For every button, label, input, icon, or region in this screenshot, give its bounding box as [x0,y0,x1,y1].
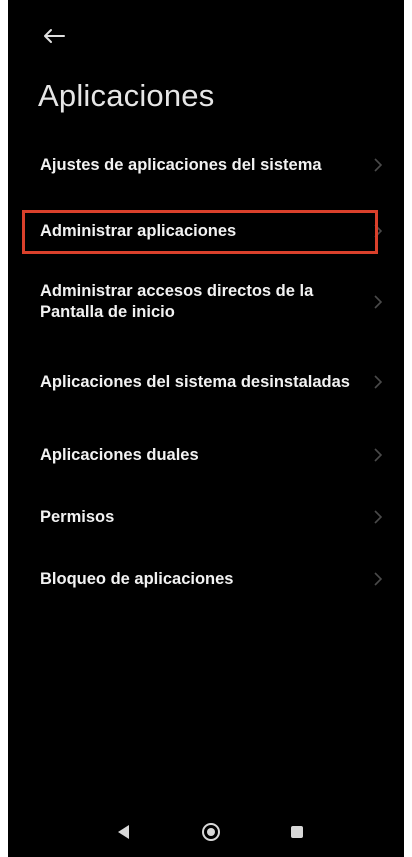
back-button[interactable] [38,22,70,50]
menu-item-home-shortcuts[interactable]: Administrar accesos directos de la Panta… [8,280,404,324]
menu-item-system-app-settings[interactable]: Ajustes de aplicaciones del sistema [8,150,404,180]
chevron-right-icon [372,572,384,586]
chevron-right-icon [372,375,384,389]
menu-item-label: Aplicaciones del sistema desinstaladas [40,372,350,391]
chevron-right-icon [372,448,384,462]
chevron-right-icon [372,158,384,172]
recents-square-icon [291,826,303,838]
chevron-right-icon [372,295,384,309]
menu-item-label: Ajustes de aplicaciones del sistema [40,155,322,174]
highlight-box [22,210,378,254]
menu-item-label: Administrar accesos directos de la Panta… [40,282,314,321]
nav-back-button[interactable] [112,821,134,843]
page-title: Aplicaciones [38,78,215,113]
menu-item-uninstalled-system-apps[interactable]: Aplicaciones del sistema desinstaladas [8,360,404,404]
menu-item-label: Permisos [40,507,115,526]
arrow-left-icon [44,29,65,43]
menu-item-label: Aplicaciones duales [40,445,199,464]
menu-item-permissions[interactable]: Permisos [8,502,404,532]
back-triangle-icon [118,825,129,839]
nav-recents-button[interactable] [286,821,308,843]
menu-item-app-lock[interactable]: Bloqueo de aplicaciones [8,564,404,594]
chevron-right-icon [372,510,384,524]
menu-item-dual-apps[interactable]: Aplicaciones duales [8,440,404,470]
navigation-bar [8,805,404,857]
menu-item-label: Bloqueo de aplicaciones [40,569,234,588]
home-circle-icon [202,823,220,841]
nav-home-button[interactable] [200,821,222,843]
phone-screen: Aplicaciones Ajustes de aplicaciones del… [8,0,404,857]
